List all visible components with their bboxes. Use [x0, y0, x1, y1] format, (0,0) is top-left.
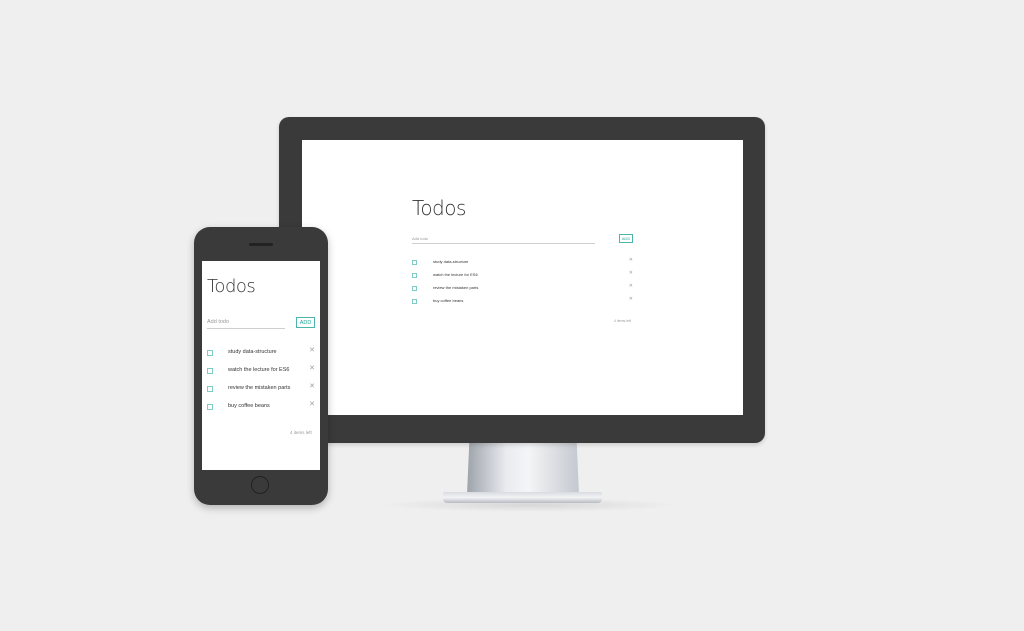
phone-speaker [249, 243, 273, 246]
add-todo-input[interactable] [412, 233, 595, 244]
todo-item: watch the lecture for ES6 ✕ [207, 365, 315, 377]
todo-text: review the mistaken parts [228, 385, 291, 391]
close-icon[interactable]: ✕ [629, 297, 633, 302]
checkbox-icon[interactable] [412, 286, 417, 291]
monitor-stand-neck [467, 443, 579, 495]
mobile-screen: Todos ADD study data-structure ✕ watch t… [202, 261, 320, 470]
close-icon[interactable]: ✕ [309, 347, 315, 354]
todo-text: review the mistaken parts [433, 285, 479, 290]
mobile-phone: Todos ADD study data-structure ✕ watch t… [194, 227, 328, 505]
close-icon[interactable]: ✕ [309, 401, 315, 408]
todo-item: study data-structure ✕ [412, 258, 633, 267]
todo-list: study data-structure ✕ watch the lecture… [412, 258, 633, 308]
todo-text: buy coffee beans [228, 403, 270, 409]
todo-item: review the mistaken parts ✕ [207, 383, 315, 395]
todo-item: buy coffee beans ✕ [207, 401, 315, 413]
todo-list: study data-structure ✕ watch the lecture… [207, 347, 315, 413]
close-icon[interactable]: ✕ [629, 271, 633, 276]
todo-item: watch the lecture for ES6 ✕ [412, 271, 633, 280]
page-title: Todos [207, 276, 256, 297]
close-icon[interactable]: ✕ [309, 365, 315, 372]
monitor-stand-base [443, 492, 602, 503]
checkbox-icon[interactable] [412, 299, 417, 304]
checkbox-icon[interactable] [207, 386, 213, 392]
checkbox-icon[interactable] [412, 260, 417, 265]
todo-text: study data-structure [433, 259, 469, 264]
checkbox-icon[interactable] [207, 368, 213, 374]
add-button[interactable]: ADD [619, 234, 633, 243]
todo-item: buy coffee beans ✕ [412, 297, 633, 306]
todo-text: study data-structure [228, 349, 277, 355]
todo-text: watch the lecture for ES6 [228, 367, 290, 373]
items-left-count: 4 items left [290, 430, 312, 435]
todo-item: study data-structure ✕ [207, 347, 315, 359]
close-icon[interactable]: ✕ [309, 383, 315, 390]
items-left-count: 4 items left [614, 319, 631, 323]
add-button[interactable]: ADD [296, 317, 315, 328]
home-button[interactable] [251, 476, 269, 494]
desktop-monitor: Todos ADD study data-structure ✕ watch t… [279, 117, 765, 443]
checkbox-icon[interactable] [207, 350, 213, 356]
desktop-screen: Todos ADD study data-structure ✕ watch t… [302, 140, 743, 415]
todo-item: review the mistaken parts ✕ [412, 284, 633, 293]
close-icon[interactable]: ✕ [629, 258, 633, 263]
page-title: Todos [412, 196, 466, 220]
add-todo-input[interactable] [207, 316, 285, 329]
todo-text: watch the lecture for ES6 [433, 272, 478, 277]
todo-text: buy coffee beans [433, 298, 464, 303]
checkbox-icon[interactable] [207, 404, 213, 410]
checkbox-icon[interactable] [412, 273, 417, 278]
close-icon[interactable]: ✕ [629, 284, 633, 289]
